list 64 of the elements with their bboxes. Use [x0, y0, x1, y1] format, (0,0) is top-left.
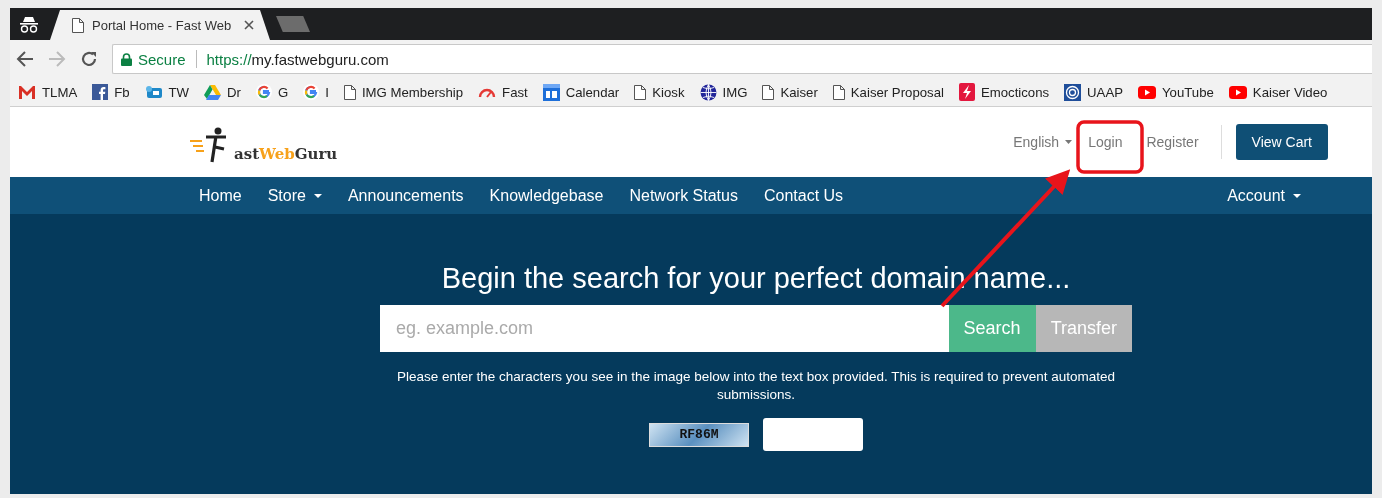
- nav-item[interactable]: Announcements: [334, 178, 477, 213]
- bookmark[interactable]: YouTube: [1136, 82, 1216, 102]
- bookmark[interactable]: I: [301, 82, 331, 102]
- page-icon: [832, 84, 845, 100]
- bookmark[interactable]: Calendar: [540, 81, 622, 103]
- header-link[interactable]: Login: [1080, 128, 1131, 156]
- domain-search-field[interactable]: eg. example.com: [380, 305, 949, 352]
- caret-icon: [1065, 140, 1073, 144]
- google-icon: [256, 84, 272, 100]
- bookmark[interactable]: Emocticons: [956, 81, 1052, 103]
- gauge-icon: [478, 86, 497, 98]
- page-icon: [762, 84, 775, 100]
- flash-icon: [958, 83, 975, 101]
- bookmark[interactable]: Dr: [202, 82, 243, 102]
- nav-item[interactable]: Knowledgebase: [476, 178, 617, 213]
- bookmark[interactable]: G: [254, 82, 291, 102]
- lock-icon: [121, 52, 132, 66]
- page-icon: [72, 17, 84, 33]
- secure-label: Secure: [138, 50, 186, 68]
- bookmark[interactable]: Fast: [476, 82, 530, 102]
- bookmark[interactable]: Kaiser Video: [1226, 82, 1330, 102]
- logo[interactable]: astWebGuru: [190, 127, 338, 163]
- reload-icon[interactable]: [80, 50, 98, 68]
- language-dropdown[interactable]: English: [1013, 134, 1073, 150]
- nav-item[interactable]: Store: [254, 178, 335, 213]
- url-text: https://my.fastwebguru.com: [206, 50, 389, 68]
- close-icon[interactable]: [244, 20, 254, 30]
- facebook-icon: [92, 84, 109, 100]
- google-icon: [303, 84, 320, 100]
- captcha-field[interactable]: [763, 418, 863, 451]
- incognito-icon: [19, 16, 39, 34]
- new-tab-button[interactable]: [276, 16, 310, 32]
- header-link[interactable]: Register: [1138, 128, 1207, 156]
- nav-item[interactable]: Account: [1214, 178, 1314, 213]
- bookmark[interactable]: Kaiser Proposal: [830, 82, 946, 102]
- calendar-icon: [542, 83, 560, 101]
- address-bar[interactable]: Secure https://my.fastwebguru.com: [112, 44, 1372, 74]
- bookmark[interactable]: TLMA: [16, 82, 80, 102]
- nav-item[interactable]: Home: [186, 178, 255, 213]
- back-icon[interactable]: [16, 51, 34, 67]
- youtube-icon: [1228, 85, 1247, 99]
- bookmark[interactable]: Kaiser: [760, 82, 820, 102]
- captcha-notice: Please enter the characters you see in the image below into the text box provided. This is required to prevent automated submissions.: [396, 368, 1116, 404]
- browser-tab[interactable]: Portal Home - Fast Web: [50, 10, 270, 40]
- globe-icon: [699, 83, 717, 101]
- youtube-icon: [1138, 85, 1156, 99]
- nav-item[interactable]: Network Status: [616, 178, 751, 213]
- mail-icon: [18, 85, 36, 99]
- tw-icon: [144, 85, 163, 99]
- captcha-image: RF86M: [649, 422, 749, 447]
- bookmark[interactable]: Fb: [90, 82, 132, 102]
- highlight-box: [1076, 120, 1144, 174]
- bookmark[interactable]: IMG Membership: [341, 82, 466, 102]
- drive-icon: [204, 84, 222, 100]
- view-cart-button[interactable]: View Cart: [1235, 124, 1328, 160]
- bookmark[interactable]: Kiosk: [632, 82, 687, 102]
- hero-title: Begin the search for your perfect domain name...: [441, 262, 1071, 295]
- bookmark[interactable]: UAAP: [1062, 81, 1125, 103]
- page-icon: [343, 84, 356, 100]
- bookmark[interactable]: IMG: [697, 81, 750, 103]
- nav-item[interactable]: Contact Us: [750, 178, 857, 213]
- page-icon: [634, 84, 647, 100]
- bookmark[interactable]: TW: [142, 82, 192, 102]
- target-icon: [1064, 83, 1082, 101]
